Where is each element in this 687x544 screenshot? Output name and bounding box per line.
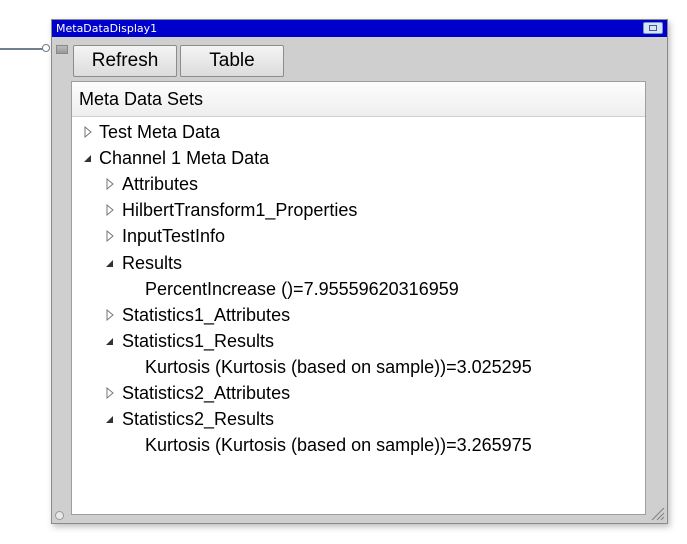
tree-item-label: PercentIncrease ()=7.95559620316959 xyxy=(145,278,459,299)
tree-item-label: Kurtosis (Kurtosis (based on sample))=3.… xyxy=(145,435,532,456)
tree-item-label: InputTestInfo xyxy=(122,226,226,247)
tree-item-label: Test Meta Data xyxy=(99,122,221,142)
expand-arrow-icon[interactable] xyxy=(105,230,115,243)
expand-arrow-icon[interactable] xyxy=(83,126,93,138)
refresh-button[interactable]: Refresh xyxy=(73,45,177,77)
side-handle[interactable] xyxy=(56,45,68,54)
expand-arrow-icon[interactable] xyxy=(105,387,115,399)
connector-port[interactable] xyxy=(42,44,50,52)
tree-item-label: Results xyxy=(122,252,183,273)
tree-item-label: Statistics1_Results xyxy=(122,330,275,351)
collapse-arrow-icon[interactable] xyxy=(105,335,115,347)
corner-port xyxy=(55,511,64,520)
connector-line xyxy=(0,48,44,50)
tree-item-label: Attributes xyxy=(122,174,199,195)
restore-icon xyxy=(649,25,657,31)
table-button[interactable]: Table xyxy=(180,45,284,77)
metadata-display-window: MetaDataDisplay1 Refresh Table Meta Data… xyxy=(51,19,668,524)
expand-arrow-icon[interactable] xyxy=(105,308,115,321)
expand-arrow-icon[interactable] xyxy=(105,178,115,191)
tree-item-label: Statistics2_Results xyxy=(122,409,275,430)
panel-header-label: Meta Data Sets xyxy=(79,89,204,109)
title-bar[interactable]: MetaDataDisplay1 xyxy=(52,20,667,37)
window-title: MetaDataDisplay1 xyxy=(56,22,158,35)
resize-grip-icon[interactable] xyxy=(651,507,665,521)
meta-data-panel: Meta Data Sets Test Meta Data Channel 1 M… xyxy=(71,81,646,515)
collapse-arrow-icon[interactable] xyxy=(105,257,115,269)
expand-arrow-icon[interactable] xyxy=(105,204,115,217)
panel-header: Meta Data Sets xyxy=(72,82,645,117)
restore-button[interactable] xyxy=(643,22,663,34)
tree-item-label: HilbertTransform1_Properties xyxy=(122,200,358,221)
tree-item-label: Statistics1_Attributes xyxy=(122,304,291,325)
tree-item-label: Channel 1 Meta Data xyxy=(99,148,270,169)
collapse-arrow-icon[interactable] xyxy=(105,413,115,425)
collapse-arrow-icon[interactable] xyxy=(83,152,93,164)
tree-item-label: Statistics2_Attributes xyxy=(122,383,291,403)
tree-item-label: Kurtosis (Kurtosis (based on sample))=3.… xyxy=(145,356,532,377)
